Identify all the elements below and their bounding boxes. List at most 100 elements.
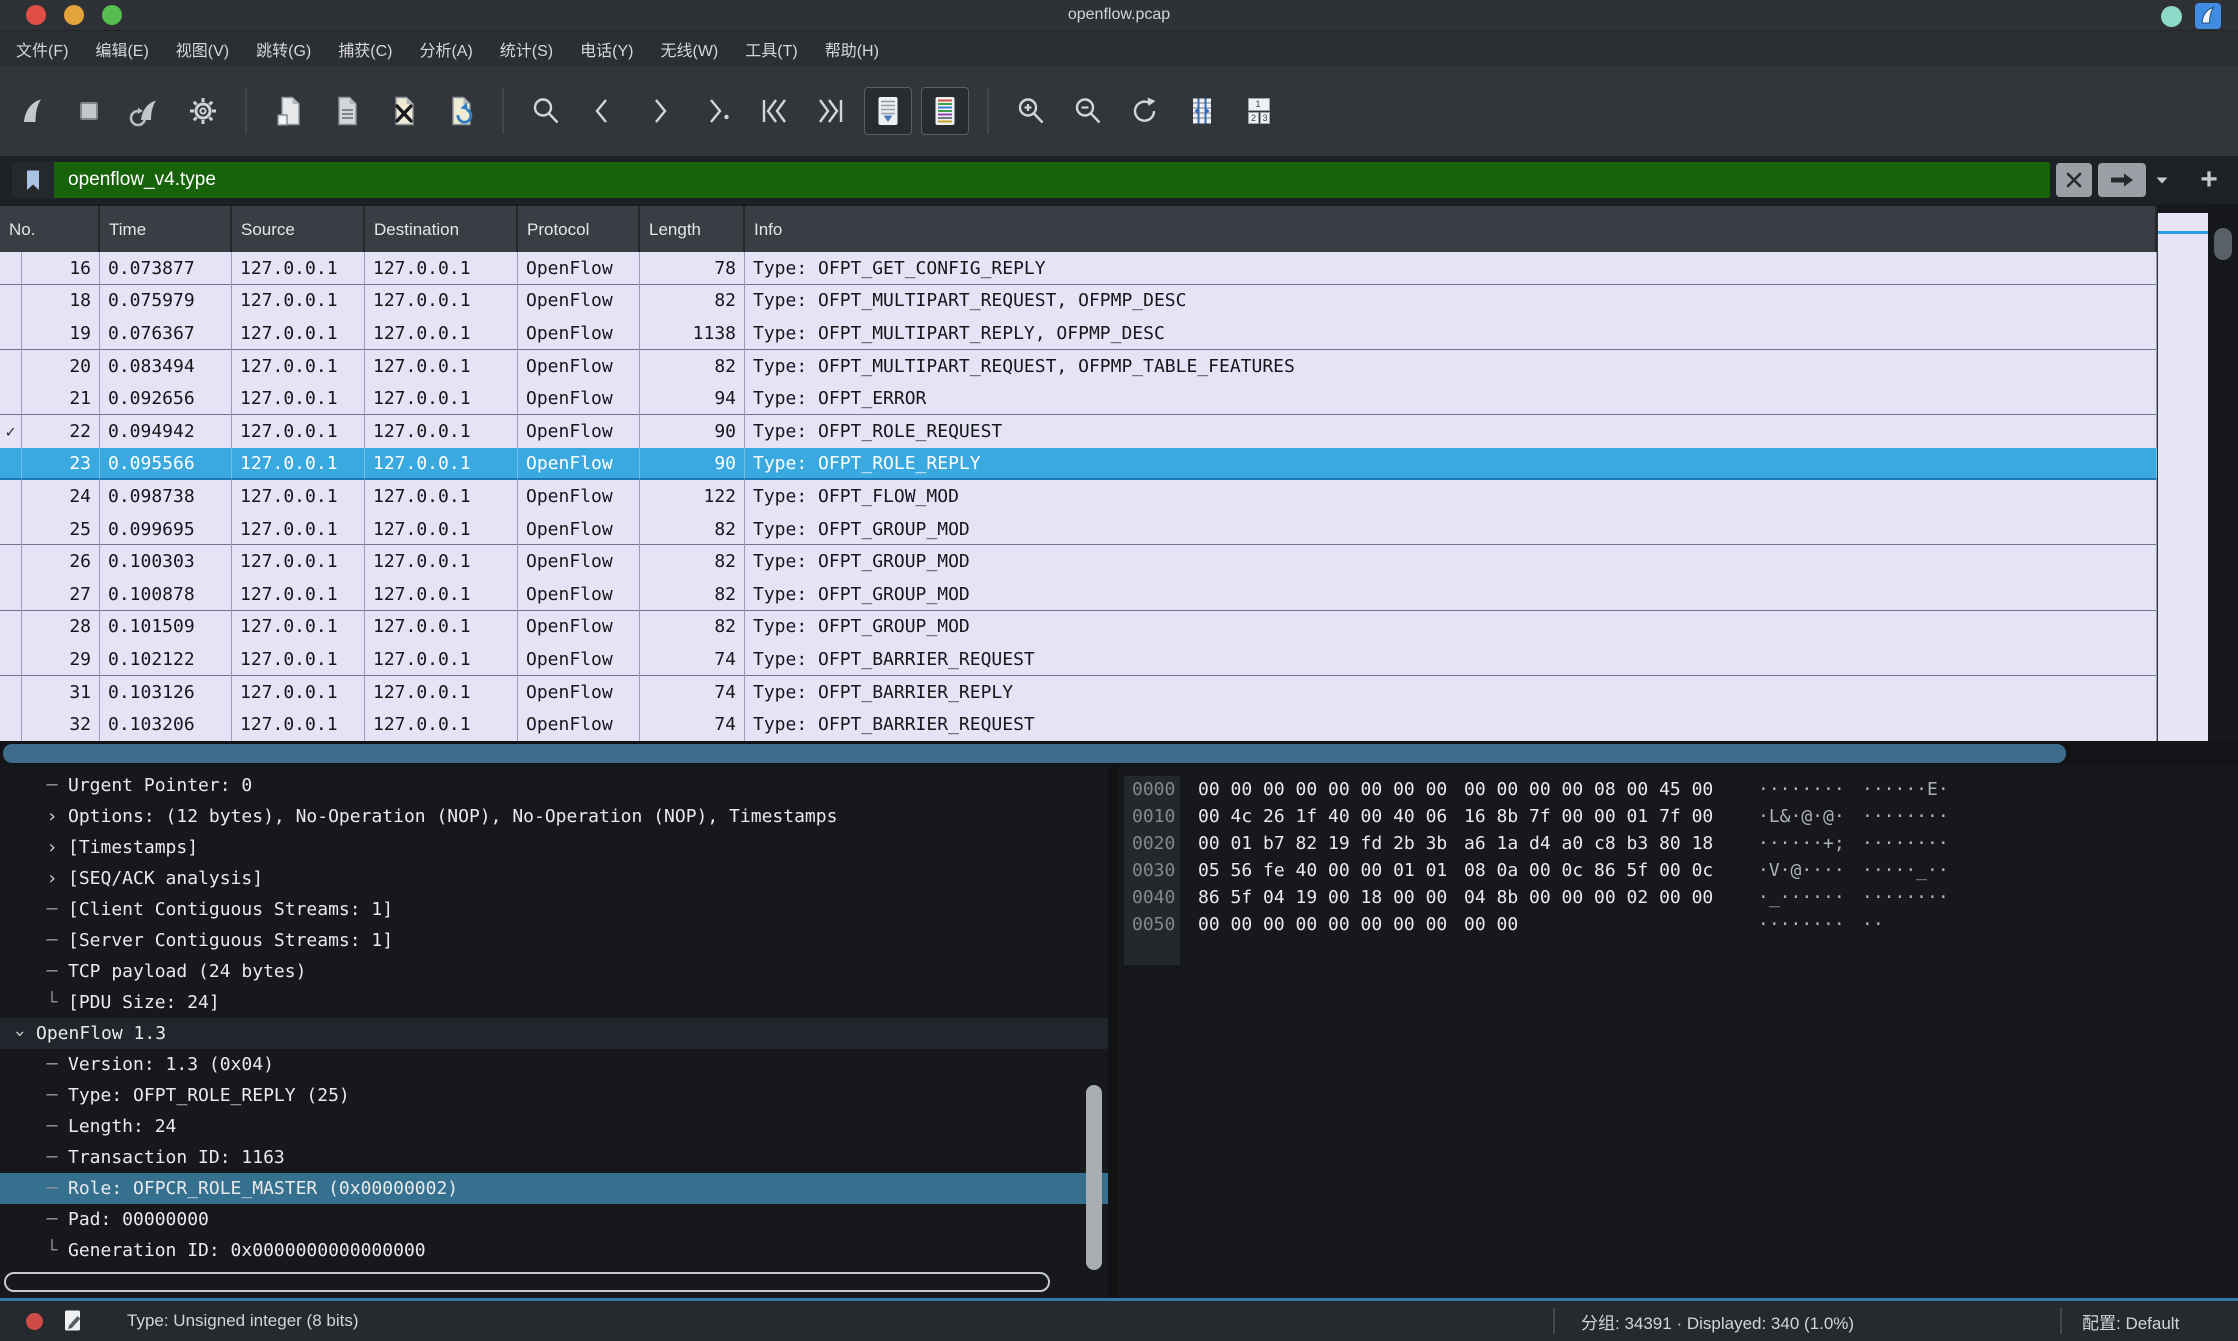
detail-row[interactable]: ›[SEQ/ACK analysis] <box>0 863 1108 894</box>
filter-bookmark-button[interactable] <box>12 162 54 198</box>
packet-row-25[interactable]: 250.099695127.0.0.1127.0.0.1OpenFlow82Ty… <box>0 513 2157 546</box>
filter-apply-button[interactable] <box>2098 163 2146 197</box>
menu-item-1[interactable]: 编辑(E) <box>95 37 148 61</box>
chevron-down-icon[interactable]: › <box>10 1022 31 1046</box>
column-header-length[interactable]: Length <box>640 206 745 254</box>
menu-item-7[interactable]: 电话(Y) <box>580 37 633 61</box>
menu-item-8[interactable]: 无线(W) <box>660 37 718 61</box>
save-capture-file-button[interactable] <box>322 87 370 135</box>
hex-row[interactable]: 002000 01 b7 82 19 fd 2b 3ba6 1a d4 a0 c… <box>1118 830 2238 857</box>
go-back-button[interactable] <box>579 87 627 135</box>
start-capture-button[interactable] <box>8 87 56 135</box>
column-header-destination[interactable]: Destination <box>365 206 518 254</box>
expert-info-icon[interactable] <box>26 1313 43 1330</box>
hex-row[interactable]: 001000 4c 26 1f 40 00 40 0616 8b 7f 00 0… <box>1118 803 2238 830</box>
find-packet-button[interactable] <box>522 87 570 135</box>
reload-capture-file-button[interactable] <box>436 87 484 135</box>
zoom-in-button[interactable] <box>1007 87 1055 135</box>
detail-row[interactable]: ─Length: 24 <box>0 1111 1108 1142</box>
layout-123-button[interactable]: 123 <box>1235 87 1283 135</box>
go-to-packet-button[interactable] <box>693 87 741 135</box>
packet-row-23[interactable]: 230.095566127.0.0.1127.0.0.1OpenFlow90Ty… <box>0 448 2157 481</box>
packet-row-24[interactable]: 240.098738127.0.0.1127.0.0.1OpenFlow122T… <box>0 480 2157 513</box>
detail-pane-hscrollbar[interactable] <box>4 1272 1050 1292</box>
profile-status[interactable]: 配置: Default <box>2062 1309 2238 1334</box>
packet-row-32[interactable]: 320.103206127.0.0.1127.0.0.1OpenFlow74Ty… <box>0 708 2157 741</box>
detail-row[interactable]: └Generation ID: 0x0000000000000000 <box>0 1235 1108 1266</box>
hex-row[interactable]: 003005 56 fe 40 00 00 01 0108 0a 00 0c 8… <box>1118 857 2238 884</box>
packet-row-31[interactable]: 310.103126127.0.0.1127.0.0.1OpenFlow74Ty… <box>0 676 2157 709</box>
resize-columns-button[interactable] <box>1178 87 1226 135</box>
zoom-out-button[interactable] <box>1064 87 1112 135</box>
pane-splitter[interactable] <box>1108 766 1118 1298</box>
column-header-no[interactable]: No. <box>0 206 100 254</box>
zoom-reset-button[interactable] <box>1121 87 1169 135</box>
stop-capture-button[interactable] <box>65 87 113 135</box>
packet-row-20[interactable]: 200.083494127.0.0.1127.0.0.1OpenFlow82Ty… <box>0 350 2157 383</box>
packet-row-18[interactable]: 180.075979127.0.0.1127.0.0.1OpenFlow82Ty… <box>0 285 2157 318</box>
filter-add-button[interactable]: + <box>2192 163 2226 197</box>
detail-row[interactable]: ›[Timestamps] <box>0 832 1108 863</box>
packet-list-minimap[interactable] <box>2157 213 2209 741</box>
column-header-protocol[interactable]: Protocol <box>518 206 640 254</box>
detail-row[interactable]: ›OpenFlow 1.3 <box>0 1018 1108 1049</box>
packet-list-hscrollbar[interactable] <box>0 741 2238 766</box>
capture-comment-icon[interactable] <box>61 1308 85 1334</box>
detail-pane-vscrollbar-thumb[interactable] <box>1086 1085 1102 1270</box>
packet-row-29[interactable]: 290.102122127.0.0.1127.0.0.1OpenFlow74Ty… <box>0 643 2157 676</box>
go-last-packet-button[interactable] <box>807 87 855 135</box>
menu-item-2[interactable]: 视图(V) <box>176 37 229 61</box>
packet-row-27[interactable]: 270.100878127.0.0.1127.0.0.1OpenFlow82Ty… <box>0 578 2157 611</box>
go-first-packet-button[interactable] <box>750 87 798 135</box>
restart-capture-button[interactable] <box>122 87 170 135</box>
detail-row[interactable]: ─Transaction ID: 1163 <box>0 1142 1108 1173</box>
capture-options-button[interactable] <box>179 87 227 135</box>
auto-scroll-toggle-button[interactable] <box>864 87 912 135</box>
chevron-right-icon[interactable]: › <box>40 868 64 889</box>
menu-item-10[interactable]: 帮助(H) <box>825 37 879 61</box>
chevron-right-icon[interactable]: › <box>40 837 64 858</box>
packet-row-21[interactable]: 210.092656127.0.0.1127.0.0.1OpenFlow94Ty… <box>0 382 2157 415</box>
cell-length: 74 <box>640 676 745 709</box>
detail-row[interactable]: ›Options: (12 bytes), No-Operation (NOP)… <box>0 801 1108 832</box>
filter-clear-button[interactable] <box>2056 163 2092 197</box>
chevron-right-icon[interactable]: › <box>40 806 64 827</box>
open-capture-file-button[interactable] <box>265 87 313 135</box>
close-capture-file-button[interactable] <box>379 87 427 135</box>
hex-row[interactable]: 005000 00 00 00 00 00 00 0000 00········… <box>1118 911 2238 938</box>
go-forward-button[interactable] <box>636 87 684 135</box>
packet-list-hscrollbar-thumb[interactable] <box>3 744 2066 763</box>
menu-item-9[interactable]: 工具(T) <box>745 37 797 61</box>
hex-row[interactable]: 000000 00 00 00 00 00 00 0000 00 00 00 0… <box>1118 776 2238 803</box>
detail-row[interactable]: ─Urgent Pointer: 0 <box>0 770 1108 801</box>
hex-row[interactable] <box>1118 938 2238 965</box>
ascii-group2: ·····_·· <box>1862 860 1954 881</box>
hex-row[interactable]: 004086 5f 04 19 00 18 00 0004 8b 00 00 0… <box>1118 884 2238 911</box>
display-filter-input[interactable]: openflow_v4.type <box>54 162 2050 198</box>
detail-row[interactable]: ─Pad: 00000000 <box>0 1204 1108 1235</box>
menu-item-3[interactable]: 跳转(G) <box>256 37 311 61</box>
detail-row[interactable]: ─[Server Contiguous Streams: 1] <box>0 925 1108 956</box>
menu-item-0[interactable]: 文件(F) <box>16 37 68 61</box>
detail-row[interactable]: ─[Client Contiguous Streams: 1] <box>0 894 1108 925</box>
menu-item-6[interactable]: 统计(S) <box>500 37 553 61</box>
menu-item-5[interactable]: 分析(A) <box>419 37 472 61</box>
filter-dropdown-button[interactable] <box>2150 163 2174 197</box>
detail-row[interactable]: ─Version: 1.3 (0x04) <box>0 1049 1108 1080</box>
packet-row-28[interactable]: 280.101509127.0.0.1127.0.0.1OpenFlow82Ty… <box>0 611 2157 644</box>
column-header-time[interactable]: Time <box>100 206 232 254</box>
detail-row[interactable]: ─TCP payload (24 bytes) <box>0 956 1108 987</box>
detail-row[interactable]: └[PDU Size: 24] <box>0 987 1108 1018</box>
packet-list-scrollbar-thumb[interactable] <box>2214 228 2232 260</box>
detail-row[interactable]: ─Role: OFPCR_ROLE_MASTER (0x00000002) <box>0 1173 1108 1204</box>
column-header-info[interactable]: Info <box>745 206 2157 254</box>
packet-list-scrollbar[interactable] <box>2208 204 2238 741</box>
colorize-toggle-button[interactable] <box>921 87 969 135</box>
packet-row-19[interactable]: 190.076367127.0.0.1127.0.0.1OpenFlow1138… <box>0 317 2157 350</box>
column-header-source[interactable]: Source <box>232 206 365 254</box>
packet-row-16[interactable]: 160.073877127.0.0.1127.0.0.1OpenFlow78Ty… <box>0 252 2157 285</box>
detail-row[interactable]: ─Type: OFPT_ROLE_REPLY (25) <box>0 1080 1108 1111</box>
packet-row-22[interactable]: ✓220.094942127.0.0.1127.0.0.1OpenFlow90T… <box>0 415 2157 448</box>
packet-row-26[interactable]: 260.100303127.0.0.1127.0.0.1OpenFlow82Ty… <box>0 545 2157 578</box>
menu-item-4[interactable]: 捕获(C) <box>338 37 392 61</box>
